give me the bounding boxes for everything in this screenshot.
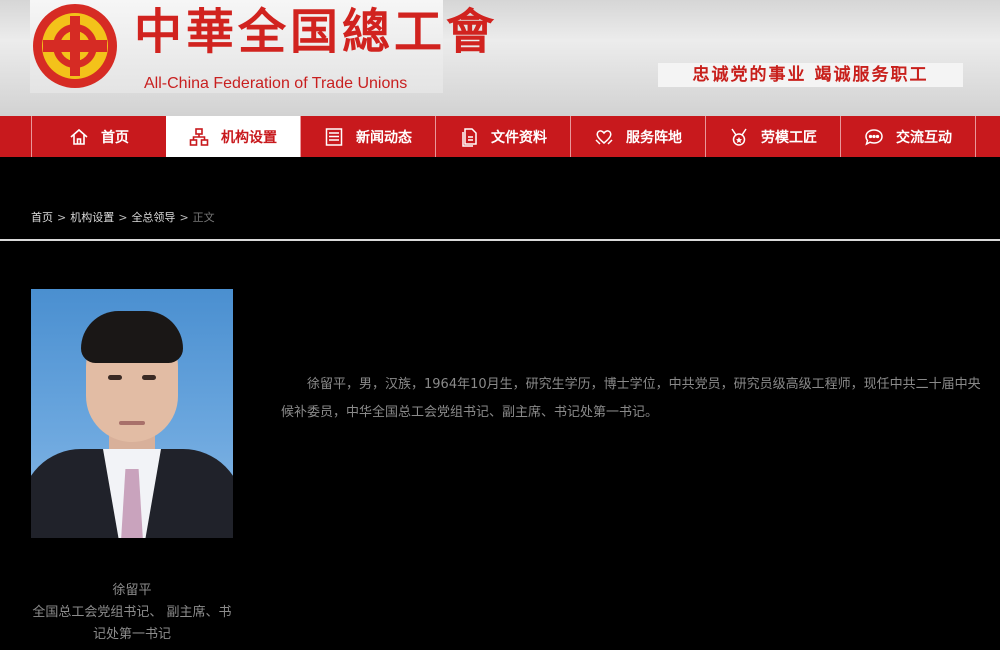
breadcrumb-separator: > [118,211,128,224]
nav-item-label: 交流互动 [896,129,952,146]
nav-item-label: 文件资料 [491,129,547,146]
leader-portrait [31,289,233,538]
nav-item-label: 机构设置 [221,129,277,146]
divider [0,239,1000,241]
leader-title: 全国总工会党组书记、 副主席、书记处第一书记 [32,605,232,642]
leader-biography: 徐留平，男，汉族，1964年10月生，研究生学历，博士学位，中共党员，研究员级高… [281,377,981,420]
leader-name: 徐留平 [112,583,152,598]
breadcrumb: 首页 > 机构设置 > 全总领导 > 正文 [31,210,215,226]
nav-item-label: 新闻动态 [356,129,412,146]
home-icon [70,128,88,145]
breadcrumb-separator: > [57,211,67,224]
breadcrumb-separator: > [179,211,189,224]
chat-icon [865,128,883,145]
medal-icon [731,128,747,146]
header-slogan: 忠诚党的事业 竭诚服务职工 [658,63,963,87]
heart-hands-icon [595,129,613,145]
nav-item-model-workers[interactable]: 劳模工匠 [706,116,841,157]
documents-icon [462,127,477,147]
site-header: 中華全国總工會 All-China Federation of Trade Un… [0,0,1000,116]
nav-item-label: 服务阵地 [626,129,682,146]
breadcrumb-organization-link[interactable]: 机构设置 [70,211,114,224]
trade-union-emblem-icon [33,4,117,88]
portrait-caption: 徐留平 全国总工会党组书记、 副主席、书记处第一书记 [31,580,233,646]
nav-item-interaction[interactable]: 交流互动 [841,116,976,157]
org-chart-icon [189,127,209,146]
nav-item-label: 劳模工匠 [761,129,817,146]
logo-chinese-title: 中華全国總工會 [134,4,499,60]
site-logo[interactable]: 中華全国總工會 All-China Federation of Trade Un… [30,0,499,93]
breadcrumb-leaders-link[interactable]: 全总领导 [131,211,175,224]
nav-item-documents[interactable]: 文件资料 [436,116,571,157]
breadcrumb-current: 正文 [192,211,215,224]
logo-english-title: All-China Federation of Trade Unions [144,75,408,92]
nav-item-label: 首页 [101,129,129,146]
news-icon [325,127,343,146]
nav-item-service[interactable]: 服务阵地 [571,116,706,157]
nav-item-home[interactable]: 首页 [31,116,167,157]
breadcrumb-home-link[interactable]: 首页 [31,211,53,224]
main-nav: 首页 机构设置 新闻动态 文件资料 服务阵地 劳模工匠 交流互动 [0,116,1000,157]
nav-item-news[interactable]: 新闻动态 [301,116,436,157]
nav-item-organization[interactable]: 机构设置 [166,116,301,157]
